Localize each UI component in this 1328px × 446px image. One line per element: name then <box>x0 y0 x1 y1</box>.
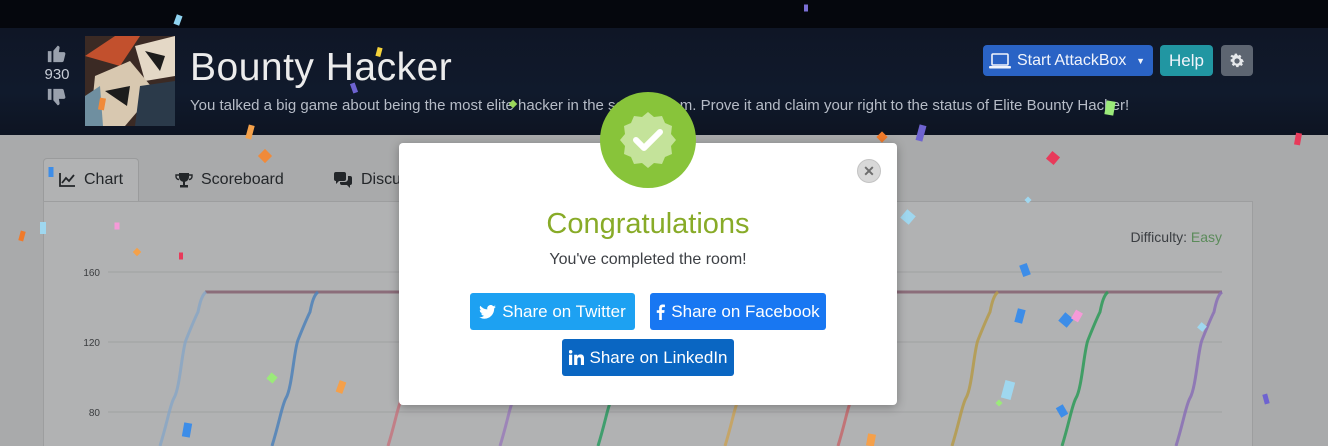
share-facebook-button[interactable]: Share on Facebook <box>650 293 826 330</box>
modal-message: You've completed the room! <box>549 251 747 268</box>
modal-title: Congratulations <box>546 208 750 240</box>
twitter-icon <box>479 304 497 319</box>
share-twitter-label: Share on Twitter <box>502 301 626 321</box>
check-badge-icon <box>620 112 676 168</box>
share-linkedin-label: Share on LinkedIn <box>589 347 728 367</box>
series-line <box>1060 290 1110 446</box>
y-tick-label: 80 <box>89 408 101 419</box>
facebook-icon <box>657 304 666 320</box>
y-tick-label: 160 <box>83 268 100 279</box>
series-line <box>1174 290 1224 446</box>
series-line <box>158 290 208 446</box>
series-line <box>950 290 1000 446</box>
series-line <box>270 290 320 446</box>
y-tick-label: 120 <box>83 338 100 349</box>
share-facebook-label: Share on Facebook <box>671 301 820 321</box>
share-linkedin-button[interactable]: Share on LinkedIn <box>562 339 734 376</box>
close-icon: ✕ <box>863 162 875 179</box>
share-twitter-button[interactable]: Share on Twitter <box>470 293 635 330</box>
close-modal-button[interactable]: ✕ <box>857 159 881 183</box>
linkedin-icon <box>568 350 584 365</box>
success-badge <box>600 92 696 188</box>
